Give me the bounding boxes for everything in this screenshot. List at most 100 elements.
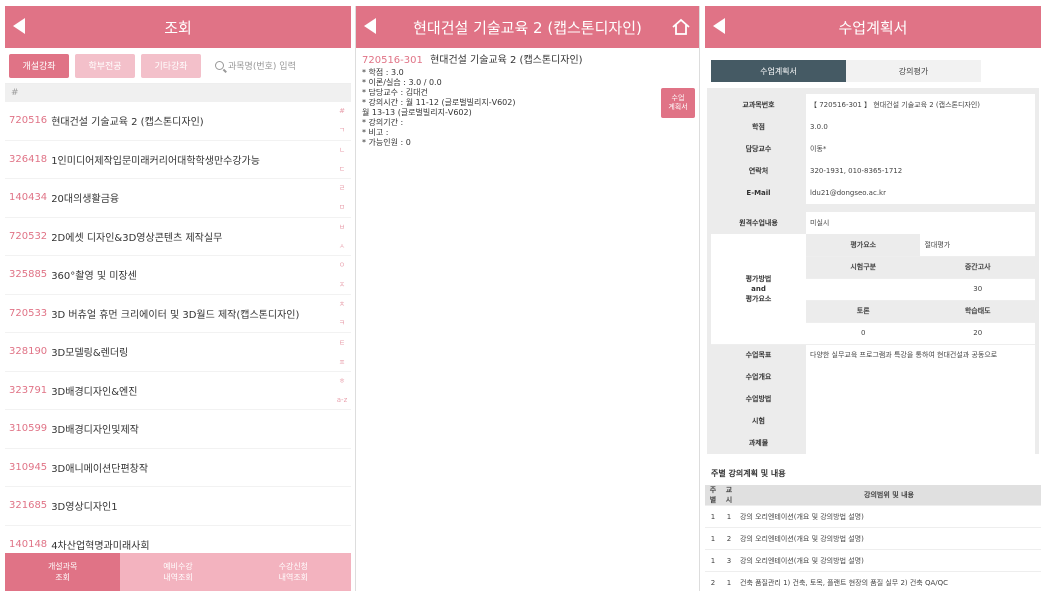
info-label: 평가요소 <box>745 294 772 303</box>
course-code: 720516 <box>9 115 48 127</box>
filter-bar: 개설강좌 학부전공 기타강좌 과목명(번호) 입력 <box>5 48 351 84</box>
syllabus-screen: 수업계획서 수업계획서 강의평가 교과목번호 【 720516-301 】 현대건… <box>705 6 1041 591</box>
tab-label: 조회 <box>55 573 71 582</box>
index-letter[interactable]: ㄱ <box>339 121 345 140</box>
index-letter[interactable]: ㅈ <box>339 276 345 295</box>
filter-open-courses-button[interactable]: 개설강좌 <box>9 53 69 78</box>
column-header: 교시 <box>721 485 737 506</box>
course-detail: 720516-301 현대건설 기술교육 2 (캡스톤디자인) * 학점 : 3… <box>356 48 699 156</box>
weekly-plan-table: 주별 교시 강의범위 및 내용 1 1 강의 오리엔테이션(개요 및 강의방법 설명) … <box>705 485 1041 591</box>
detail-line: * 비고 : <box>362 128 389 137</box>
info-value <box>806 432 1035 454</box>
header-title: 현대건설 기술교육 2 (캡스톤디자인) <box>413 18 642 37</box>
index-letter[interactable]: # <box>339 102 345 121</box>
table-row: 1 2 강의 오리엔테이션(개요 및 강의방법 설명) <box>705 527 1041 550</box>
course-code: 321685 <box>9 500 48 512</box>
course-name: 2D에셋 디자인&3D영상콘텐츠 제작실무 <box>51 232 223 244</box>
course-code: 328190 <box>9 346 48 358</box>
index-letter[interactable]: ㅅ <box>339 237 345 256</box>
info-value: 3.0.0 <box>806 116 1035 138</box>
course-row[interactable]: 720516 현대건설 기술교육 2 (캡스톤디자인) <box>5 102 351 141</box>
tab-label: 내역조회 <box>163 573 193 582</box>
course-list: 720516 현대건설 기술교육 2 (캡스톤디자인) 326418 1인미디어제작… <box>5 102 351 564</box>
tab-label: 수강신청 <box>278 562 309 571</box>
detail-line: * 학점 : 3.0 <box>362 68 404 77</box>
index-letter[interactable]: ㅇ <box>339 256 345 275</box>
index-letter[interactable]: ㅎ <box>339 372 345 391</box>
detail-line: * 강의기간 : <box>362 118 404 127</box>
alphabet-index[interactable]: # ㄱ ㄴ ㄷ ㄹ ㅁ ㅂ ㅅ ㅇ ㅈ ㅊ ㅋ ㅌ ㅍ ㅎ a-z <box>335 102 349 411</box>
header-bar: 조회 <box>5 6 351 48</box>
info-value <box>806 388 1035 410</box>
course-row[interactable]: 140434 20대의생활금융 <box>5 179 351 218</box>
course-code: 140148 <box>9 538 48 550</box>
index-letter[interactable]: ㅍ <box>339 353 345 372</box>
back-arrow-icon[interactable] <box>713 18 725 34</box>
index-letter[interactable]: ㄴ <box>339 141 345 160</box>
index-letter[interactable]: ㅊ <box>339 295 345 314</box>
course-row[interactable]: 323791 3D배경디자인&엔진 <box>5 372 351 410</box>
course-row[interactable]: 720532 2D에셋 디자인&3D영상콘텐츠 제작실무 <box>5 218 351 256</box>
index-letter[interactable]: ㅌ <box>339 334 345 353</box>
section-header: # <box>5 84 351 102</box>
period-number: 1 <box>721 505 737 528</box>
cell-value: 0 <box>806 322 921 345</box>
index-letter[interactable]: ㅂ <box>339 218 345 237</box>
info-value: 이동* <box>806 138 1035 160</box>
index-letter[interactable]: ㄷ <box>339 160 345 179</box>
course-name: 3D배경디자인및제작 <box>51 425 139 437</box>
search-placeholder: 과목명(번호) 입력 <box>228 62 296 72</box>
course-row[interactable]: 720533 3D 버츄얼 휴먼 크리에이터 및 3D월드 제작(캡스톤디자인) <box>5 295 351 333</box>
detail-line: * 담당교수 : 김대건 <box>362 88 428 97</box>
week-number: 2 <box>705 571 721 591</box>
week-number: 1 <box>705 549 721 572</box>
filter-major-button[interactable]: 학부전공 <box>75 53 135 78</box>
column-header: 강의범위 및 내용 <box>737 485 1041 506</box>
course-code: 326418 <box>9 153 48 165</box>
evaluation-table: 원격수업내용 미실시 평가방법 and 평가요소 평가요소 절대평가 시험구분 중간… <box>711 212 1035 454</box>
info-label: 수업개요 <box>711 366 806 388</box>
course-code: 140434 <box>9 192 48 204</box>
course-code: 720532 <box>9 230 48 242</box>
filter-other-button[interactable]: 기타강좌 <box>141 53 201 78</box>
tab-pre-registration[interactable]: 예비수강 내역조회 <box>120 553 236 591</box>
course-row[interactable]: 328190 3D모델링&렌더링 <box>5 333 351 372</box>
search-input[interactable]: 과목명(번호) 입력 <box>215 59 296 72</box>
course-row[interactable]: 310945 3D애니메이션단편창작 <box>5 449 351 487</box>
course-row[interactable]: 310599 3D배경디자인및제작 <box>5 410 351 449</box>
home-icon[interactable] <box>671 17 691 37</box>
tab-registration[interactable]: 수강신청 내역조회 <box>235 553 351 591</box>
index-letter[interactable]: a-z <box>337 391 348 410</box>
course-row[interactable]: 325885 360°촬영 및 미장센 <box>5 256 351 295</box>
info-value: 다양한 실무교육 프로그램과 특강을 통하여 현대건설과 공동으로 <box>806 344 1035 366</box>
tab-label: 개설과목 <box>47 562 78 571</box>
cell-label: 중간고사 <box>920 256 1035 279</box>
header-title: 수업계획서 <box>838 18 908 37</box>
back-arrow-icon[interactable] <box>13 18 25 34</box>
segment-tabs: 수업계획서 강의평가 <box>711 60 1035 82</box>
syllabus-label: 계획서 <box>668 103 688 111</box>
cell-value: 30 <box>920 278 1035 301</box>
info-value: 미실시 <box>806 212 1035 234</box>
index-letter[interactable]: ㅁ <box>339 198 345 217</box>
back-arrow-icon[interactable] <box>364 18 376 34</box>
cell-label: 학습태도 <box>920 300 1035 323</box>
info-label: 수업방법 <box>711 388 806 410</box>
tab-syllabus[interactable]: 수업계획서 <box>711 60 846 82</box>
search-icon <box>215 61 224 70</box>
info-value <box>806 410 1035 432</box>
cell-label: 시험구분 <box>806 256 921 279</box>
info-label: 원격수업내용 <box>711 212 806 234</box>
syllabus-label: 수업 <box>671 94 685 102</box>
course-row[interactable]: 321685 3D영상디자인1 <box>5 487 351 526</box>
course-row[interactable]: 326418 1인미디어제작입문미래커리어대학학생만수강가능 <box>5 141 351 179</box>
tab-course-evaluation[interactable]: 강의평가 <box>846 60 981 82</box>
index-letter[interactable]: ㅋ <box>339 314 345 333</box>
tab-open-courses[interactable]: 개설과목조회 <box>5 553 121 591</box>
header-title: 조회 <box>164 18 192 37</box>
index-letter[interactable]: ㄹ <box>339 179 345 198</box>
syllabus-button[interactable]: 수업 계획서 <box>661 88 695 118</box>
course-title: 720516-301 현대건설 기술교육 2 (캡스톤디자인) <box>362 56 693 66</box>
info-table: 교과목번호 【 720516-301 】 현대건설 기술교육 2 (캡스톤디자인)… <box>711 94 1035 204</box>
course-code: 310945 <box>9 461 48 473</box>
